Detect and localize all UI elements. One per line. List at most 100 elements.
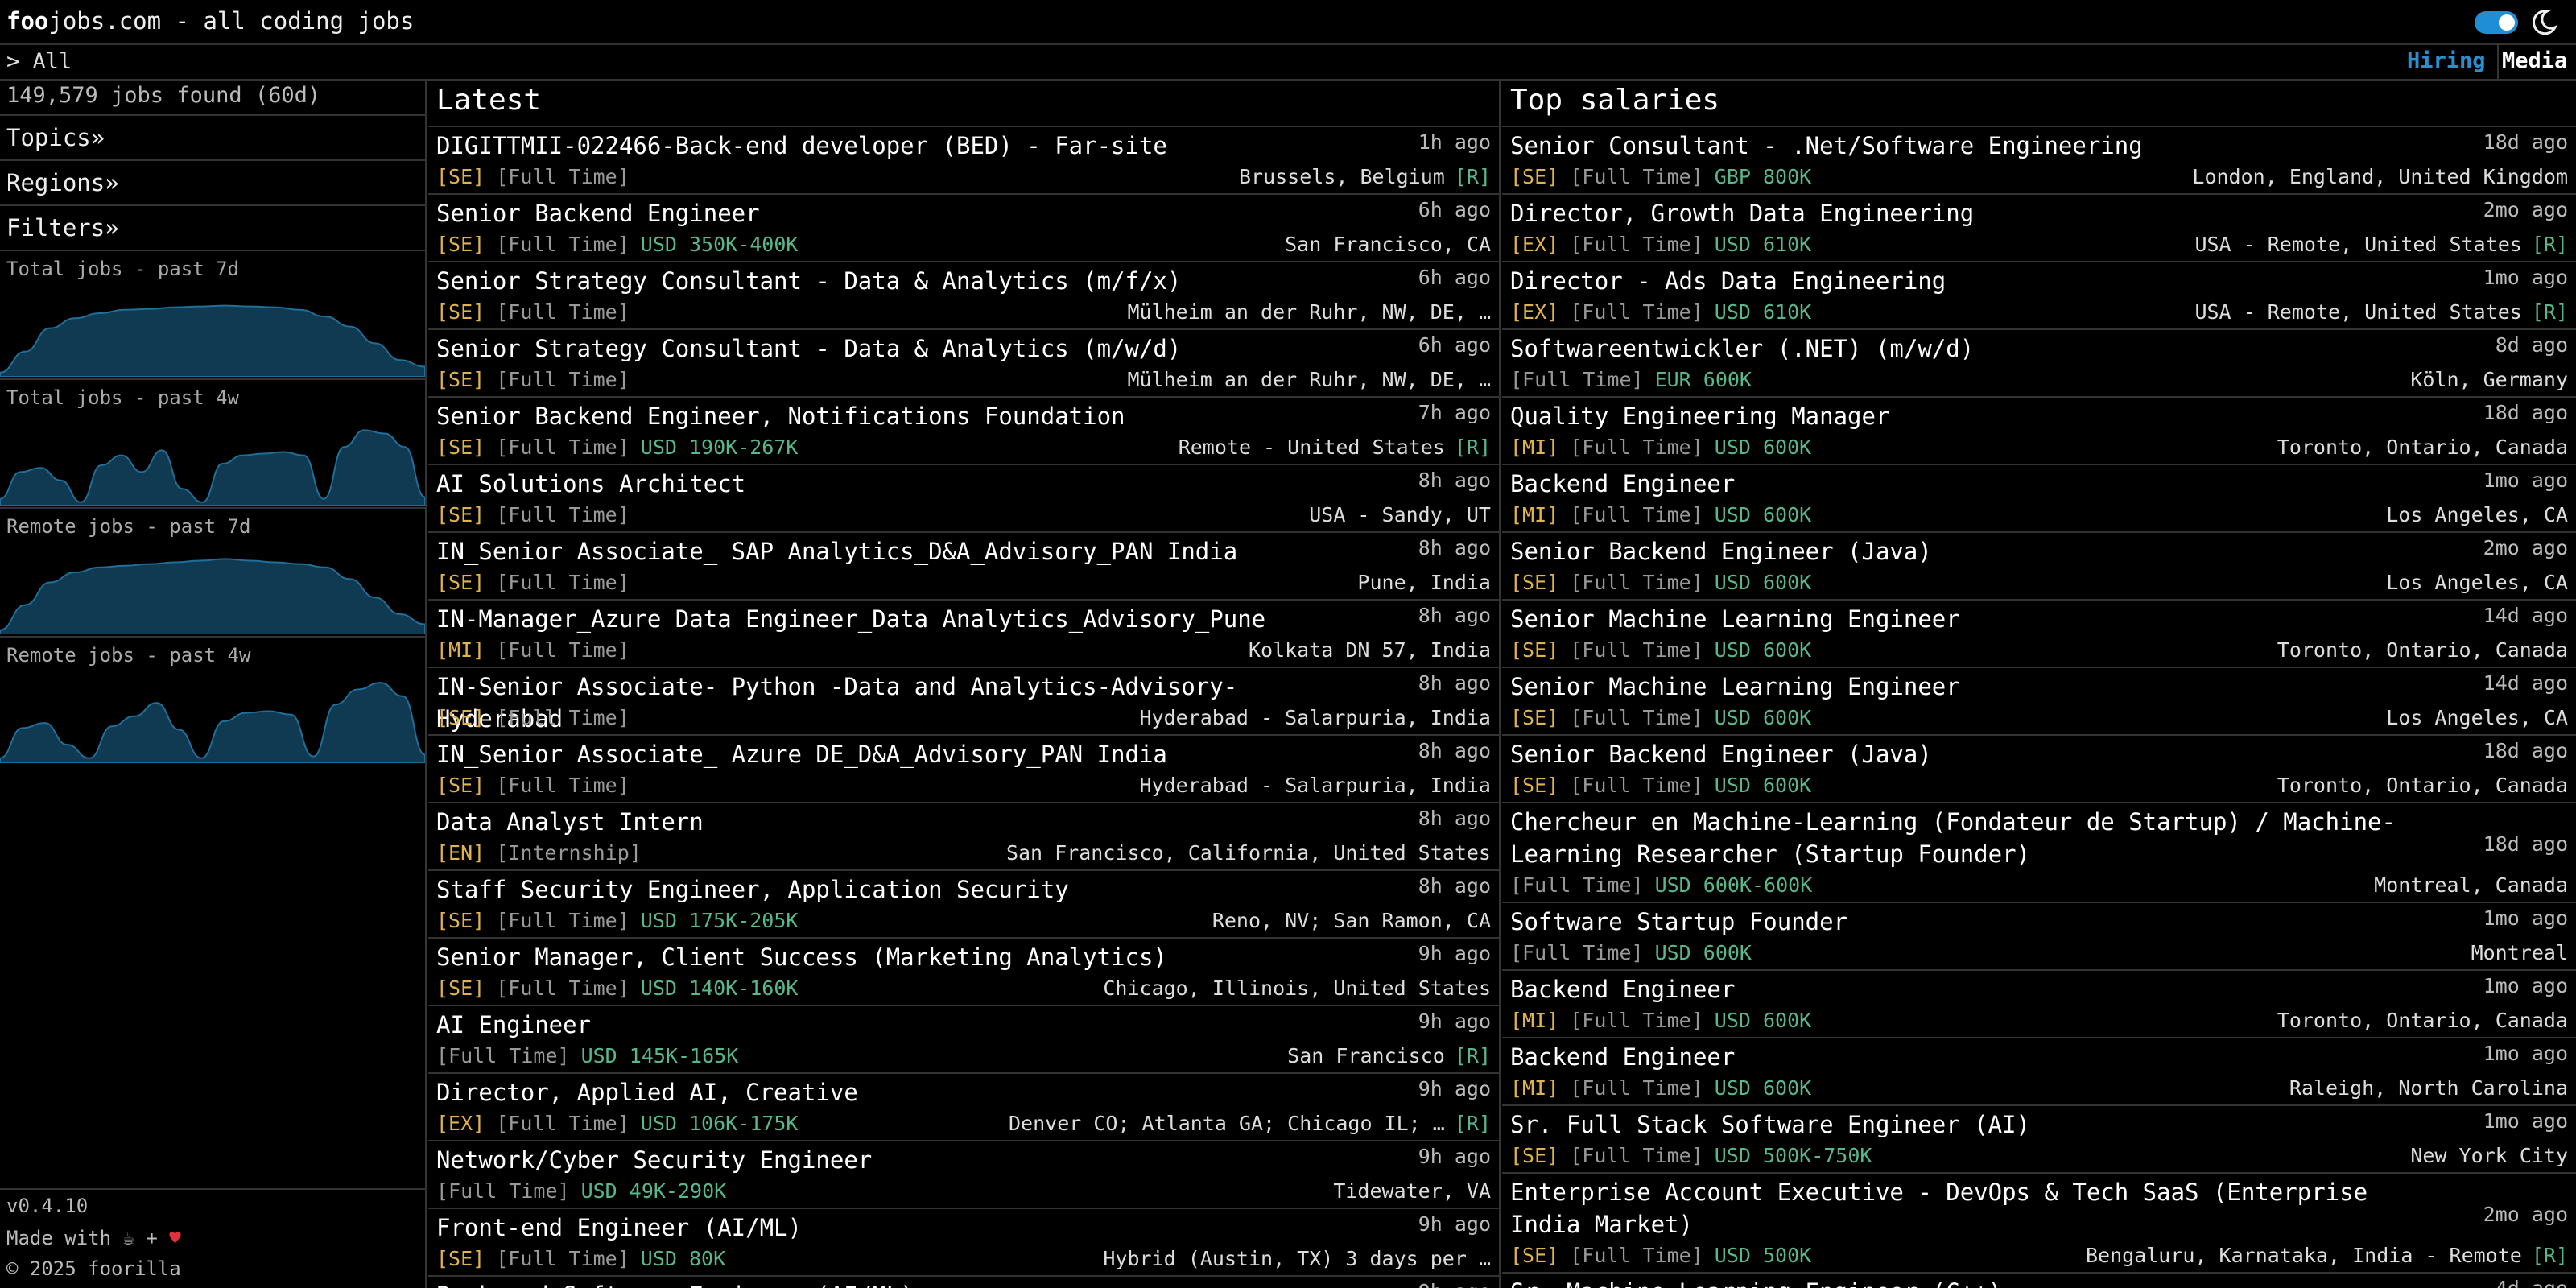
job-row[interactable]: Backend Engineer 1mo ago [MI] [Full Time] US… [1502, 969, 2576, 1037]
job-row[interactable]: IN_Senior Associate_ Azure DE_D&A_Adviso… [428, 734, 1499, 802]
job-row[interactable]: Senior Machine Learning Engineer 14d ago [… [1502, 599, 2576, 667]
job-title[interactable]: Senior Manager, Client Success (Marketin… [436, 941, 1491, 973]
job-title[interactable]: Backend Engineer [1510, 973, 2568, 1005]
job-row[interactable]: Back-end Software Engineer (AI/ML)9h ago [428, 1275, 1499, 1288]
job-row[interactable]: Softwareentwickler (.NET) (m/w/d) 8d ago [… [1502, 328, 2576, 396]
job-row[interactable]: Senior Strategy Consultant - Data & Anal… [428, 261, 1499, 328]
job-row[interactable]: Backend Engineer 1mo ago [MI] [Full Time] US… [1502, 1037, 2576, 1104]
job-title[interactable]: Quality Engineering Manager [1510, 400, 2568, 432]
job-salary: USD 49K-290K [580, 1179, 727, 1203]
job-salary: USD 600K [1714, 638, 1812, 662]
sidebar-filters[interactable]: Filters» [0, 204, 425, 250]
job-title[interactable]: Senior Strategy Consultant - Data & Anal… [436, 332, 1491, 365]
job-row[interactable]: AI Engineer 9h ago [Full Time] USD 145K-165… [428, 1005, 1499, 1072]
job-row[interactable]: Staff Security Engineer, Application Sec… [428, 869, 1499, 937]
job-location: Brussels, Belgium [1238, 165, 1445, 188]
job-row[interactable]: Software Startup Founder 1mo ago [Full Tim… [1502, 902, 2576, 969]
job-title[interactable]: Software Startup Founder [1510, 906, 2568, 938]
job-title[interactable]: Senior Consultant - .Net/Software Engine… [1510, 130, 2568, 162]
job-row[interactable]: DIGITTMII-022466-Back-end developer (BED… [428, 126, 1499, 193]
job-row[interactable]: Enterprise Account Executive - DevOps & … [1502, 1172, 2576, 1272]
job-title[interactable]: Sr. Machine Learning Engineer (C++) [1510, 1276, 2568, 1288]
job-row[interactable]: Senior Machine Learning Engineer 14d ago [… [1502, 667, 2576, 734]
job-row[interactable]: Data Analyst Intern 8h ago [EN] [Internship… [428, 802, 1499, 869]
job-row[interactable]: IN-Manager_Azure Data Engineer_Data Anal… [428, 599, 1499, 667]
job-title[interactable]: Senior Backend Engineer, Notifications F… [436, 400, 1491, 432]
job-title[interactable]: Senior Backend Engineer (Java) [1510, 535, 2568, 568]
job-row[interactable]: Backend Engineer 1mo ago [MI] [Full Time] US… [1502, 464, 2576, 531]
job-age: 1mo ago [2483, 974, 2568, 997]
job-title[interactable]: Chercheur en Machine-Learning (Fondateur… [1510, 806, 2568, 870]
job-row[interactable]: Sr. Full Stack Software Engineer (AI) 1mo… [1502, 1104, 2576, 1172]
site-logo[interactable]: foojobs.com - all coding jobs [6, 7, 414, 35]
job-row[interactable]: IN_Senior Associate_ SAP Analytics_D&A_A… [428, 531, 1499, 599]
job-title[interactable]: Senior Backend Engineer [436, 197, 1491, 229]
job-row[interactable]: Senior Strategy Consultant - Data & Anal… [428, 328, 1499, 396]
job-title[interactable]: Staff Security Engineer, Application Sec… [436, 873, 1491, 906]
job-title[interactable]: Enterprise Account Executive - DevOps & … [1510, 1176, 2568, 1241]
moon-icon[interactable] [2529, 8, 2558, 37]
job-title[interactable]: Senior Strategy Consultant - Data & Anal… [436, 265, 1491, 297]
job-level: [SE] [1510, 1244, 1559, 1267]
job-type: [Full Time] [496, 976, 630, 1000]
job-row[interactable]: Director - Ads Data Engineering 1mo ago [E… [1502, 261, 2576, 328]
job-level: [EX] [1510, 233, 1559, 256]
job-row[interactable]: Senior Backend Engineer (Java) 18d ago [SE… [1502, 734, 2576, 802]
job-title[interactable]: AI Engineer [436, 1009, 1491, 1041]
job-title[interactable]: IN-Manager_Azure Data Engineer_Data Anal… [436, 603, 1491, 635]
job-title[interactable]: Back-end Software Engineer (AI/ML) [436, 1279, 1491, 1288]
breadcrumb-all[interactable]: > All [6, 49, 72, 74]
job-title[interactable]: Data Analyst Intern [436, 806, 1491, 838]
job-title[interactable]: Sr. Full Stack Software Engineer (AI) [1510, 1108, 2568, 1141]
job-row[interactable]: Senior Backend Engineer, Notifications F… [428, 396, 1499, 464]
job-row[interactable]: Senior Manager, Client Success (Marketin… [428, 937, 1499, 1005]
job-row[interactable]: Quality Engineering Manager 18d ago [MI] [F… [1502, 396, 2576, 464]
theme-toggle[interactable] [2475, 11, 2518, 34]
job-title[interactable]: Director - Ads Data Engineering [1510, 265, 2568, 297]
latest-column: Latest DIGITTMII-022466-Back-end develop… [428, 80, 1501, 1288]
job-location: Bengaluru, Karnataka, India - Remote [2085, 1244, 2522, 1267]
job-row[interactable]: Front-end Engineer (AI/ML) 9h ago [SE] [Ful… [428, 1208, 1499, 1275]
job-type: [Full Time] [1570, 436, 1703, 459]
job-title[interactable]: Softwareentwickler (.NET) (m/w/d) [1510, 332, 2568, 365]
job-row[interactable]: Director, Growth Data Engineering 2mo ago… [1502, 193, 2576, 261]
job-title[interactable]: IN_Senior Associate_ SAP Analytics_D&A_A… [436, 535, 1491, 568]
hiring-link[interactable]: Hiring [2407, 48, 2486, 73]
job-location: London, England, United Kingdom [2192, 165, 2568, 188]
job-title[interactable]: IN_Senior Associate_ Azure DE_D&A_Adviso… [436, 738, 1491, 770]
job-row[interactable]: Senior Consultant - .Net/Software Engine… [1502, 126, 2576, 193]
job-title[interactable]: AI Solutions Architect [436, 468, 1491, 500]
job-age: 1mo ago [2483, 1042, 2568, 1065]
job-row[interactable]: Senior Backend Engineer 6h ago [SE] [Full T… [428, 193, 1499, 261]
job-row[interactable]: Director, Applied AI, Creative 9h ago [EX]… [428, 1072, 1499, 1140]
job-title[interactable]: DIGITTMII-022466-Back-end developer (BED… [436, 130, 1491, 162]
job-row[interactable]: Senior Backend Engineer (Java) 2mo ago [SE… [1502, 531, 2576, 599]
job-row[interactable]: AI Solutions Architect 8h ago [SE] [Full Ti… [428, 464, 1499, 531]
job-age: 8h ago [1418, 874, 1491, 898]
job-title[interactable]: Director, Growth Data Engineering [1510, 197, 2568, 229]
job-salary: USD 610K [1714, 233, 1812, 256]
job-title[interactable]: Front-end Engineer (AI/ML) [436, 1212, 1491, 1244]
job-title[interactable]: Senior Machine Learning Engineer [1510, 603, 2568, 635]
job-age: 8d ago [2495, 333, 2568, 357]
job-row[interactable]: Chercheur en Machine-Learning (Fondateur… [1502, 802, 2576, 902]
graph-remote-4w [0, 682, 425, 763]
job-title[interactable]: Senior Backend Engineer (Java) [1510, 738, 2568, 770]
job-age: 1mo ago [2483, 906, 2568, 930]
job-title[interactable]: Backend Engineer [1510, 1041, 2568, 1073]
graph-total-7d [0, 304, 425, 377]
job-meta: [MI] [Full Time] USD 600K Raleigh, North Ca… [1510, 1076, 2568, 1100]
job-row[interactable]: Network/Cyber Security Engineer 9h ago [Fu… [428, 1140, 1499, 1208]
sidebar-regions[interactable]: Regions» [0, 159, 425, 204]
sidebar-topics[interactable]: Topics» [0, 114, 425, 159]
job-title[interactable]: Director, Applied AI, Creative [436, 1076, 1491, 1108]
job-row[interactable]: Sr. Machine Learning Engineer (C++)4d ag… [1502, 1272, 2576, 1288]
job-title[interactable]: Network/Cyber Security Engineer [436, 1144, 1491, 1176]
job-row[interactable]: IN-Senior Associate- Python -Data and An… [428, 667, 1499, 734]
media-link[interactable]: Media [2502, 48, 2567, 73]
job-salary: USD 600K [1654, 941, 1752, 964]
job-type: [Full Time] [1570, 233, 1703, 256]
job-title[interactable]: Backend Engineer [1510, 468, 2568, 500]
job-level: [EN] [436, 841, 485, 865]
job-title[interactable]: Senior Machine Learning Engineer [1510, 671, 2568, 703]
